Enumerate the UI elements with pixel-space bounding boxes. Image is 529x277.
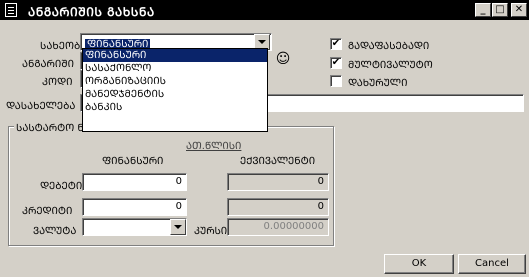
checkbox-deductible[interactable]: ✔	[330, 38, 342, 50]
dropdown-item-organization[interactable]: ᲝᲠᲒᲐᲜᲘᲖᲐᲪᲘᲘᲡ	[83, 75, 267, 88]
checkbox-multicurrency-label: ᲛᲣᲚᲢᲘᲕᲐᲚᲣᲢᲝ	[348, 60, 433, 71]
window-title: ᲐᲜᲒᲐᲠᲘᲨᲘᲡ ᲒᲐᲮᲡᲜᲐ	[28, 5, 155, 19]
name-label: ᲓᲐᲡᲐᲮᲔᲚᲔᲑᲐ	[6, 101, 76, 112]
year-tab[interactable]: ᲐᲗ.ᲬᲚᲘᲡᲘ	[186, 138, 241, 152]
dropdown-item-bank[interactable]: ᲑᲐᲜᲙᲘᲡ	[83, 101, 267, 114]
rate-field: 0.00000000	[227, 218, 329, 236]
dropdown-item-management[interactable]: ᲛᲐᲜᲔᲓᲯᲛᲔᲜᲢᲘᲡ	[83, 88, 267, 101]
debit-equivalent-field: 0	[227, 173, 329, 191]
checkbox-multicurrency[interactable]: ✔	[330, 57, 342, 69]
account-dialog: ᲐᲜᲒᲐᲠᲘᲨᲘᲡ ᲒᲐᲮᲡᲜᲐ _ □ ✕ ᲡᲐᲮᲔᲝᲑᲐ ᲤᲘᲜᲐᲜᲡᲣᲠᲘ…	[0, 0, 529, 277]
title-bar[interactable]: ᲐᲜᲒᲐᲠᲘᲨᲘᲡ ᲒᲐᲮᲡᲜᲐ _ □ ✕	[0, 0, 529, 20]
checkbox-deductible-label: ᲒᲐᲓᲐᲤᲐᲡᲔᲑᲐᲓᲘ	[348, 41, 430, 52]
checkbox-closed-label: ᲓᲐᲮᲣᲠᲣᲚᲘ	[348, 78, 408, 89]
lookup-icon[interactable]: ☺	[274, 50, 292, 68]
credit-label: ᲙᲠᲔᲓᲘᲢᲘ	[22, 206, 73, 217]
maximize-button[interactable]: □	[492, 3, 508, 17]
dropdown-item-financial[interactable]: ᲤᲘᲜᲐᲜᲡᲣᲠᲘ	[83, 49, 267, 62]
checkbox-closed[interactable]	[330, 75, 342, 87]
rate-label: ᲙᲣᲠᲡᲘ	[194, 226, 228, 237]
debit-field[interactable]: 0	[82, 173, 187, 191]
type-dropdown-list: ᲤᲘᲜᲐᲜᲡᲣᲠᲘ ᲡᲐᲡᲐᲥᲝᲜᲚᲝ ᲝᲠᲒᲐᲜᲘᲖᲐᲪᲘᲘᲡ ᲛᲐᲜᲔᲓᲯᲛ…	[82, 48, 268, 132]
minimize-button[interactable]: _	[475, 3, 491, 17]
equivalent-column-header: ᲔᲥᲕᲘᲕᲐᲚᲔᲜᲢᲘ	[240, 156, 316, 167]
credit-field[interactable]: 0	[82, 198, 187, 216]
cancel-button[interactable]: Cancel	[458, 254, 526, 274]
close-button[interactable]: ✕	[511, 3, 527, 17]
document-icon	[5, 3, 17, 17]
currency-dropdown-button[interactable]	[170, 219, 186, 235]
dropdown-item-tax[interactable]: ᲡᲐᲡᲐᲥᲝᲜᲚᲝ	[83, 62, 267, 75]
currency-label: ᲕᲐᲚᲣᲢᲐ	[33, 226, 77, 237]
financial-column-header: ᲤᲘᲜᲐᲜᲡᲣᲠᲘ	[102, 156, 164, 167]
debit-label: ᲓᲔᲑᲔᲢᲘ	[40, 181, 83, 192]
credit-equivalent-field: 0	[227, 198, 329, 216]
account-label: ᲐᲜᲒᲐᲠᲘᲨᲘ	[22, 59, 74, 70]
code-label: ᲙᲝᲓᲘ	[42, 77, 73, 88]
ok-button[interactable]: OK	[384, 254, 454, 274]
